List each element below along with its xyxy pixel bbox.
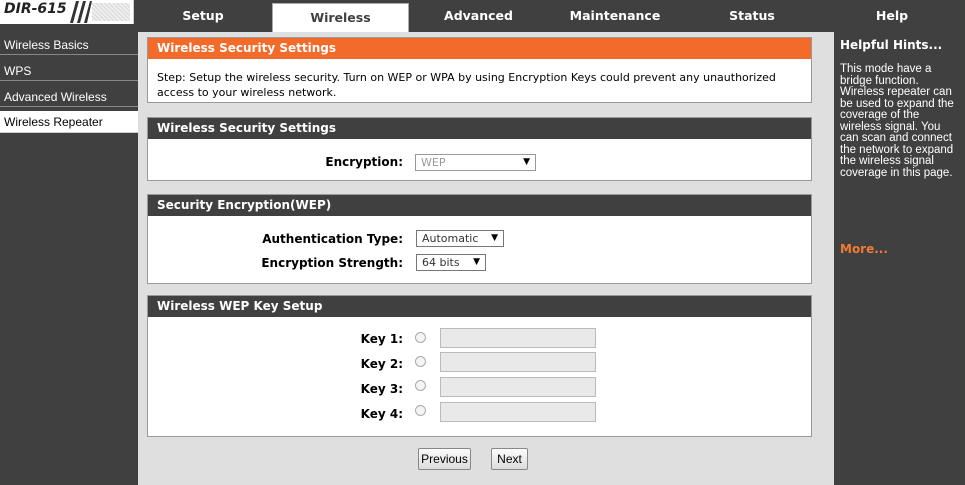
encryption-label: Encryption: xyxy=(325,155,403,169)
key-4-label: Key 4: xyxy=(360,407,403,421)
key-2-input[interactable] xyxy=(440,352,596,372)
tab-help[interactable]: Help xyxy=(822,5,962,27)
chevron-down-icon: ▼ xyxy=(473,257,480,267)
auth-type-value: Automatic xyxy=(422,232,479,245)
encryption-strength-label: Encryption Strength: xyxy=(261,256,403,270)
hints-body: This mode have a bridge function. Wirele… xyxy=(840,63,954,179)
auth-type-select[interactable]: Automatic ▼ xyxy=(416,230,504,247)
tab-status[interactable]: Status xyxy=(685,5,819,27)
intro-description: Step: Setup the wireless security. Turn … xyxy=(157,71,776,99)
key-2-radio[interactable] xyxy=(415,356,426,367)
encryption-value: WEP xyxy=(421,156,446,169)
hints-title: Helpful Hints... xyxy=(840,38,943,52)
key-1-label: Key 1: xyxy=(360,332,403,346)
sidebar-item-wireless-repeater[interactable]: Wireless Repeater xyxy=(0,111,138,133)
key-1-input[interactable] xyxy=(440,328,596,348)
hints-more-link[interactable]: More... xyxy=(840,242,888,256)
previous-button[interactable]: Previous xyxy=(418,448,471,470)
key-4-radio[interactable] xyxy=(415,405,426,416)
tab-wireless[interactable]: Wireless xyxy=(272,3,409,32)
tab-setup[interactable]: Setup xyxy=(138,5,268,27)
chevron-down-icon: ▼ xyxy=(491,233,498,243)
sidebar-item-wps[interactable]: WPS xyxy=(0,61,138,81)
model-name: DIR-615 xyxy=(4,1,67,17)
security-title: Wireless Security Settings xyxy=(148,118,811,139)
logo-slash-graphic xyxy=(70,1,92,23)
encryption-strength-select[interactable]: 64 bits ▼ xyxy=(416,254,486,271)
logo-texture xyxy=(92,3,130,21)
brand-logo: DIR-615 xyxy=(0,0,134,24)
sidebar-item-wireless-basics[interactable]: Wireless Basics xyxy=(0,35,138,55)
key-1-radio[interactable] xyxy=(415,332,426,343)
chevron-down-icon: ▼ xyxy=(523,157,530,167)
auth-type-label: Authentication Type: xyxy=(262,232,403,246)
key-3-input[interactable] xyxy=(440,377,596,397)
sidebar-item-advanced-wireless[interactable]: Advanced Wireless xyxy=(0,87,138,107)
tab-maintenance[interactable]: Maintenance xyxy=(548,5,682,27)
encryption-strength-value: 64 bits xyxy=(422,256,460,269)
key-3-radio[interactable] xyxy=(415,380,426,391)
encryption-select[interactable]: WEP ▼ xyxy=(415,154,536,171)
key-3-label: Key 3: xyxy=(360,382,403,396)
intro-title: Wireless Security Settings xyxy=(148,38,811,59)
key-2-label: Key 2: xyxy=(360,357,403,371)
wep-title: Security Encryption(WEP) xyxy=(148,195,811,216)
next-button[interactable]: Next xyxy=(491,448,528,470)
key-setup-title: Wireless WEP Key Setup xyxy=(148,296,811,317)
tab-advanced[interactable]: Advanced xyxy=(412,5,545,27)
key-4-input[interactable] xyxy=(440,402,596,422)
